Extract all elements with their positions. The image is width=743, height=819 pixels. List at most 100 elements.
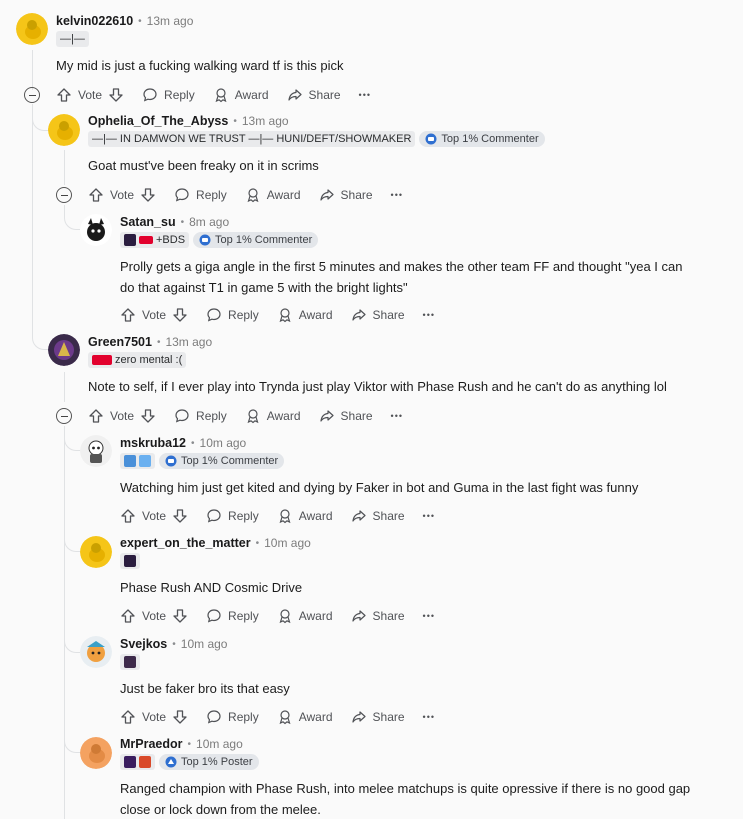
username[interactable]: MrPraedor — [120, 737, 183, 751]
avatar[interactable] — [80, 214, 112, 246]
avatar[interactable] — [16, 13, 48, 45]
upvote-button[interactable]: Vote — [120, 508, 188, 524]
timestamp[interactable]: 8m ago — [189, 215, 229, 229]
share-icon — [351, 510, 366, 522]
upvote-button[interactable]: Vote — [56, 87, 124, 103]
timestamp[interactable]: 13m ago — [147, 14, 194, 28]
achievement-badge: Top 1% Commenter — [419, 131, 545, 147]
share-label: Share — [372, 509, 405, 523]
collapse-thread-button[interactable] — [24, 87, 40, 103]
upvote-icon — [121, 609, 135, 623]
reply-label: Reply — [228, 609, 259, 623]
more-options-button[interactable]: ••• — [423, 511, 435, 521]
comment-bubble-icon — [207, 308, 221, 322]
reply-button[interactable]: Reply — [174, 187, 227, 203]
share-button[interactable]: Share — [319, 187, 373, 203]
more-options-button[interactable]: ••• — [359, 90, 371, 100]
timestamp[interactable]: 13m ago — [242, 114, 289, 128]
comment-body: Ranged champion with Phase Rush, into me… — [120, 778, 730, 819]
vote-label: Vote — [78, 88, 103, 102]
comment-body: Just be faker bro its that easy — [120, 681, 290, 696]
award-button[interactable]: Award — [245, 408, 301, 424]
separator-dot: • — [138, 15, 142, 27]
downvote-icon — [109, 88, 123, 102]
share-button[interactable]: Share — [351, 307, 405, 323]
comment-body: My mid is just a fucking walking ward tf… — [56, 58, 344, 73]
username[interactable]: Satan_su — [120, 215, 176, 229]
share-button[interactable]: Share — [351, 608, 405, 624]
share-button[interactable]: Share — [287, 87, 341, 103]
champion-emoji-icon — [124, 234, 136, 246]
achievement-badge: Top 1% Commenter — [193, 232, 319, 248]
timestamp[interactable]: 10m ago — [264, 536, 311, 550]
reply-button[interactable]: Reply — [206, 608, 259, 624]
downvote-icon — [173, 609, 187, 623]
comment-meta: kelvin022610 • 13m ago — [56, 14, 193, 28]
award-button[interactable]: Award — [277, 307, 333, 323]
upvote-button[interactable]: Vote — [120, 608, 188, 624]
more-options-button[interactable]: ••• — [423, 611, 435, 621]
timestamp[interactable]: 13m ago — [165, 335, 212, 349]
share-button[interactable]: Share — [319, 408, 373, 424]
award-icon — [279, 509, 291, 524]
username[interactable]: Ophelia_Of_The_Abyss — [88, 114, 228, 128]
comment-actions: Vote Reply Award Share ••• — [88, 406, 421, 426]
award-button[interactable]: Award — [277, 608, 333, 624]
comment-actions: Vote Reply Award Share ••• — [120, 707, 453, 727]
username[interactable]: expert_on_the_matter — [120, 536, 251, 550]
reply-button[interactable]: Reply — [142, 87, 195, 103]
thread-line — [64, 150, 65, 185]
avatar[interactable] — [80, 737, 112, 769]
avatar[interactable] — [80, 536, 112, 568]
achievement-badge: Top 1% Commenter — [159, 453, 285, 469]
more-options-button[interactable]: ••• — [391, 190, 403, 200]
share-button[interactable]: Share — [351, 508, 405, 524]
comment-actions: Vote Reply Award Share ••• — [88, 185, 421, 205]
username[interactable]: mskruba12 — [120, 436, 186, 450]
reply-button[interactable]: Reply — [206, 709, 259, 725]
upvote-button[interactable]: Vote — [88, 408, 156, 424]
separator-dot: • — [233, 115, 237, 127]
avatar[interactable] — [48, 334, 80, 366]
reply-button[interactable]: Reply — [206, 508, 259, 524]
collapse-thread-button[interactable] — [56, 408, 72, 424]
downvote-icon — [173, 509, 187, 523]
top-poster-icon — [165, 756, 177, 768]
more-options-button[interactable]: ••• — [423, 712, 435, 722]
username[interactable]: kelvin022610 — [56, 14, 133, 28]
reply-button[interactable]: Reply — [174, 408, 227, 424]
reply-button[interactable]: Reply — [206, 307, 259, 323]
upvote-button[interactable]: Vote — [120, 307, 188, 323]
flair-row: —|— — [56, 31, 89, 47]
thread-line — [32, 104, 33, 324]
thread-line — [64, 426, 65, 819]
collapse-thread-button[interactable] — [56, 187, 72, 203]
avatar[interactable] — [80, 435, 112, 467]
more-options-button[interactable]: ••• — [423, 310, 435, 320]
timestamp[interactable]: 10m ago — [181, 637, 228, 651]
share-icon — [319, 189, 334, 201]
champion-emoji-icon — [124, 756, 136, 768]
award-button[interactable]: Award — [277, 508, 333, 524]
timestamp[interactable]: 10m ago — [200, 436, 247, 450]
more-options-button[interactable]: ••• — [391, 411, 403, 421]
avatar[interactable] — [80, 636, 112, 668]
thread-elbow — [64, 628, 80, 653]
upvote-button[interactable]: Vote — [88, 187, 156, 203]
reply-label: Reply — [228, 710, 259, 724]
badge-label: Top 1% Commenter — [181, 455, 279, 467]
thread-elbow — [64, 729, 80, 753]
upvote-button[interactable]: Vote — [120, 709, 188, 725]
user-flair: —|— — [56, 31, 89, 47]
award-button[interactable]: Award — [245, 187, 301, 203]
award-button[interactable]: Award — [277, 709, 333, 725]
award-button[interactable]: Award — [213, 87, 269, 103]
upvote-icon — [121, 509, 135, 523]
timestamp[interactable]: 10m ago — [196, 737, 243, 751]
username[interactable]: Green7501 — [88, 335, 152, 349]
share-button[interactable]: Share — [351, 709, 405, 725]
more-icon: ••• — [422, 511, 435, 521]
username[interactable]: Svejkos — [120, 637, 167, 651]
flair-row — [120, 553, 140, 569]
avatar[interactable] — [48, 114, 80, 146]
